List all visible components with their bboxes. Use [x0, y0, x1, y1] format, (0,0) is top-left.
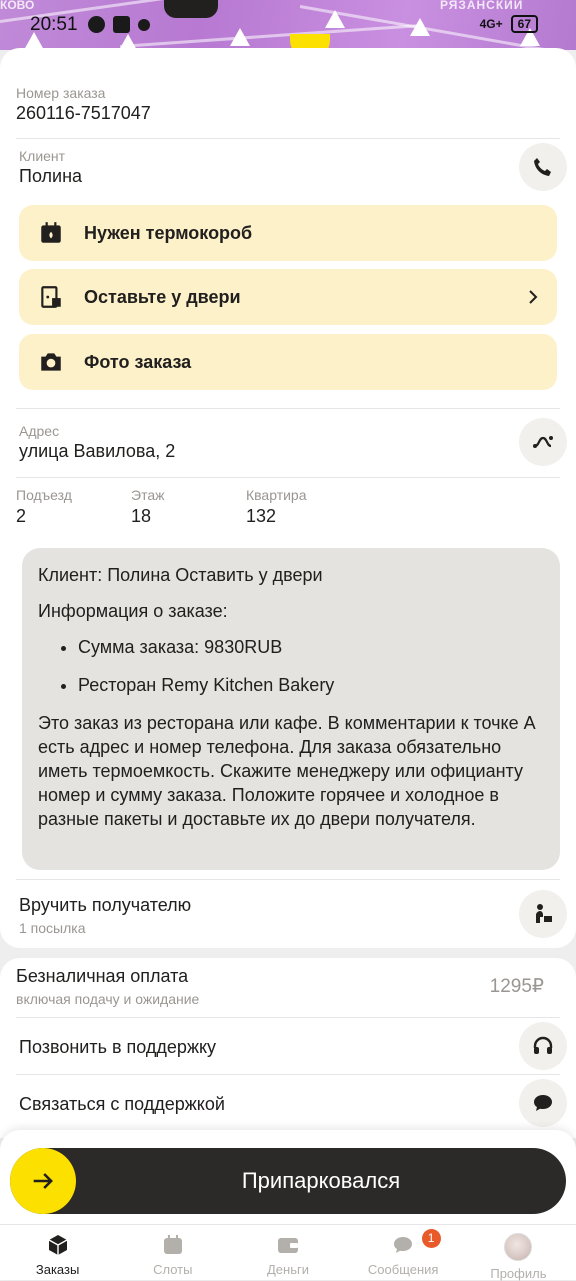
comment-line: Клиент: Полина Оставить у двери [38, 565, 323, 585]
clock: 20:51 [30, 14, 78, 35]
order-number-label: Номер заказа [16, 85, 106, 101]
order-photo-card[interactable]: Фото заказа [19, 334, 557, 390]
network-label: 4G+ [479, 17, 503, 31]
notification-icon [88, 16, 105, 33]
deliver-subtitle: 1 посылка [19, 920, 86, 936]
divider [16, 138, 560, 139]
client-block: Клиент Полина [19, 148, 82, 187]
comment-bullet: Сумма заказа: 9830RUB [78, 635, 544, 659]
floor-block: Этаж 18 [131, 487, 164, 527]
tab-orders[interactable]: Заказы [0, 1225, 115, 1281]
status-bar: КОВО РЯЗАНСКИЙ 20:51 4G+ 67 [0, 0, 576, 50]
entrance-block: Подъезд 2 [16, 487, 72, 527]
route-button[interactable] [519, 418, 567, 466]
parked-button-label: Припарковался [241, 1168, 401, 1193]
wallet-icon [278, 1238, 298, 1253]
parked-button[interactable]: Припарковался [10, 1148, 566, 1214]
avatar [504, 1233, 533, 1261]
call-support-label[interactable]: Позвонить в поддержку [19, 1037, 216, 1058]
client-name: Полина [19, 166, 83, 186]
order-number-block: Номер заказа 260116-7517047 [16, 85, 151, 124]
parked-arrow-circle [10, 1148, 76, 1214]
map-district-label: РЯЗАНСКИЙ [440, 0, 524, 12]
entrance-value: 2 [16, 506, 27, 526]
leave-at-door-card[interactable]: Оставьте у двери [19, 269, 557, 325]
handover-icon [536, 904, 552, 923]
bottom-tab-bar: Заказы Слоты Деньги 1 Сообщения Профиль [0, 1224, 576, 1281]
order-number: 260116-7517047 [16, 103, 151, 123]
address-label: Адрес [19, 423, 60, 439]
tab-profile[interactable]: Профиль [461, 1225, 576, 1281]
chat-icon [394, 1237, 413, 1253]
deliver-block: Вручить получателю 1 посылка [19, 895, 191, 936]
chat-support-label[interactable]: Связаться с поддержкой [19, 1094, 225, 1115]
address-block: Адрес улица Вавилова, 2 [19, 423, 175, 462]
comment-bullet: Ресторан Remy Kitchen Bakery [78, 673, 544, 697]
payment-title: Безналичная оплата [16, 966, 189, 986]
door-icon [41, 286, 61, 308]
notification-icon [113, 16, 130, 33]
call-client-button[interactable] [519, 143, 567, 191]
comment-list: Сумма заказа: 9830RUB Ресторан Remy Kitc… [38, 635, 544, 697]
divider [16, 1074, 560, 1075]
calendar-icon [163, 1235, 182, 1254]
road-works-icon [325, 10, 345, 28]
tab-slots[interactable]: Слоты [115, 1225, 230, 1281]
phone-icon [534, 158, 551, 176]
deliver-button[interactable] [519, 890, 567, 938]
thermobox-required-card: Нужен термокороб [19, 205, 557, 261]
tab-label: Деньги [267, 1262, 309, 1277]
chat-icon [534, 1095, 552, 1111]
payment-block: Безналичная оплата включая подачу и ожид… [16, 966, 199, 1007]
map-district-label-left: КОВО [0, 0, 35, 12]
floor-value: 18 [131, 506, 152, 526]
divider [16, 879, 560, 880]
comment-body: Это заказ из ресторана или кафе. В комме… [38, 713, 536, 829]
address-value: улица Вавилова, 2 [19, 441, 176, 461]
unread-badge: 1 [421, 1229, 441, 1248]
payment-subtitle: включая подачу и ожидание [16, 991, 200, 1007]
apartment-label: Квартира [246, 487, 307, 503]
tab-label: Сообщения [367, 1262, 439, 1277]
call-support-button[interactable] [519, 1022, 567, 1070]
road-works-icon [410, 18, 430, 36]
road-works-icon [230, 28, 250, 46]
thermobox-icon [41, 222, 61, 243]
entrance-label: Подъезд [16, 487, 72, 503]
apartment-value: 132 [246, 506, 277, 526]
tab-label: Заказы [35, 1262, 80, 1277]
tab-messages[interactable]: 1 Сообщения [346, 1225, 461, 1281]
notification-icons [88, 16, 150, 33]
comment-line: Информация о заказе: [38, 601, 228, 621]
chevron-right-icon [529, 290, 538, 304]
route-icon [533, 436, 553, 448]
tab-label: Профиль [490, 1266, 547, 1281]
deliver-title: Вручить получателю [19, 895, 192, 915]
location-icon [138, 18, 150, 31]
headset-icon [533, 1036, 553, 1054]
card-label: Фото заказа [84, 351, 192, 372]
system-indicators: 4G+ 67 [480, 15, 538, 33]
divider [16, 408, 560, 409]
tab-money[interactable]: Деньги [230, 1225, 345, 1281]
floor-label: Этаж [131, 487, 165, 503]
divider [16, 1017, 560, 1018]
map-marker [164, 0, 218, 18]
divider [16, 477, 560, 478]
apartment-block: Квартира 132 [246, 487, 307, 527]
tab-label: Слоты [153, 1262, 193, 1277]
order-comment: Клиент: Полина Оставить у двери Информац… [22, 548, 560, 870]
card-label: Нужен термокороб [84, 222, 253, 243]
arrow-right-icon [33, 1173, 53, 1189]
battery-indicator: 67 [510, 15, 538, 33]
payment-amount: 1295₽ [489, 976, 544, 997]
orders-icon [48, 1235, 67, 1255]
chat-support-button[interactable] [519, 1079, 567, 1127]
client-label: Клиент [19, 148, 66, 164]
card-label: Оставьте у двери [84, 286, 241, 307]
camera-icon [41, 353, 61, 371]
